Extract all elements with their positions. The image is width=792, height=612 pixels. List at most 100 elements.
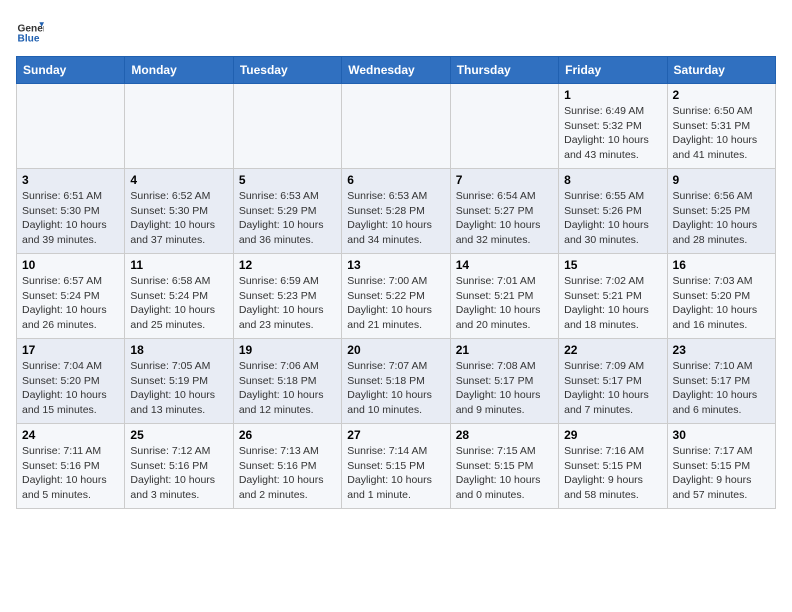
calendar-cell: 29 Sunrise: 7:16 AM Sunset: 5:15 PM Dayli… — [559, 424, 667, 509]
day-info: Sunrise: 7:04 AM Sunset: 5:20 PM Dayligh… — [22, 359, 119, 418]
calendar-cell — [125, 84, 233, 169]
day-number: 6 — [347, 173, 444, 187]
calendar-cell: 28 Sunrise: 7:15 AM Sunset: 5:15 PM Dayli… — [450, 424, 558, 509]
weekday-header-sunday: Sunday — [17, 57, 125, 84]
day-number: 27 — [347, 428, 444, 442]
calendar-cell: 6 Sunrise: 6:53 AM Sunset: 5:28 PM Daylig… — [342, 169, 450, 254]
calendar-cell — [450, 84, 558, 169]
calendar-cell: 24 Sunrise: 7:11 AM Sunset: 5:16 PM Dayli… — [17, 424, 125, 509]
calendar-cell: 22Sunrise: 7:09 AM Sunset: 5:17 PM Dayli… — [559, 339, 667, 424]
day-info: Sunrise: 7:05 AM Sunset: 5:19 PM Dayligh… — [130, 359, 227, 418]
day-info: Sunrise: 6:53 AM Sunset: 5:29 PM Dayligh… — [239, 189, 336, 248]
day-number: 11 — [130, 258, 227, 272]
day-number: 24 — [22, 428, 119, 442]
day-info: Sunrise: 7:09 AM Sunset: 5:17 PM Dayligh… — [564, 359, 661, 418]
calendar-cell: 2 Sunrise: 6:50 AM Sunset: 5:31 PM Daylig… — [667, 84, 775, 169]
calendar-cell: 26 Sunrise: 7:13 AM Sunset: 5:16 PM Dayli… — [233, 424, 341, 509]
calendar-table: SundayMondayTuesdayWednesdayThursdayFrid… — [16, 56, 776, 509]
day-info: Sunrise: 7:13 AM Sunset: 5:16 PM Dayligh… — [239, 444, 336, 503]
day-number: 21 — [456, 343, 553, 357]
day-info: Sunrise: 7:10 AM Sunset: 5:17 PM Dayligh… — [673, 359, 770, 418]
calendar-cell: 10Sunrise: 6:57 AM Sunset: 5:24 PM Dayli… — [17, 254, 125, 339]
calendar-cell: 1 Sunrise: 6:49 AM Sunset: 5:32 PM Daylig… — [559, 84, 667, 169]
calendar-cell: 15 Sunrise: 7:02 AM Sunset: 5:21 PM Dayli… — [559, 254, 667, 339]
calendar-cell: 13 Sunrise: 7:00 AM Sunset: 5:22 PM Dayli… — [342, 254, 450, 339]
calendar-cell: 30 Sunrise: 7:17 AM Sunset: 5:15 PM Dayli… — [667, 424, 775, 509]
day-info: Sunrise: 7:16 AM Sunset: 5:15 PM Dayligh… — [564, 444, 661, 503]
calendar-cell: 14 Sunrise: 7:01 AM Sunset: 5:21 PM Dayli… — [450, 254, 558, 339]
day-info: Sunrise: 7:14 AM Sunset: 5:15 PM Dayligh… — [347, 444, 444, 503]
weekday-header-saturday: Saturday — [667, 57, 775, 84]
day-info: Sunrise: 6:58 AM Sunset: 5:24 PM Dayligh… — [130, 274, 227, 333]
svg-text:Blue: Blue — [18, 34, 40, 44]
day-number: 25 — [130, 428, 227, 442]
day-info: Sunrise: 7:00 AM Sunset: 5:22 PM Dayligh… — [347, 274, 444, 333]
calendar-cell: 12 Sunrise: 6:59 AM Sunset: 5:23 PM Dayli… — [233, 254, 341, 339]
day-number: 19 — [239, 343, 336, 357]
weekday-header-tuesday: Tuesday — [233, 57, 341, 84]
day-info: Sunrise: 6:52 AM Sunset: 5:30 PM Dayligh… — [130, 189, 227, 248]
calendar-cell — [342, 84, 450, 169]
day-number: 4 — [130, 173, 227, 187]
day-number: 20 — [347, 343, 444, 357]
calendar-cell: 3 Sunrise: 6:51 AM Sunset: 5:30 PM Daylig… — [17, 169, 125, 254]
calendar-cell: 19 Sunrise: 7:06 AM Sunset: 5:18 PM Dayli… — [233, 339, 341, 424]
calendar-cell: 18 Sunrise: 7:05 AM Sunset: 5:19 PM Dayli… — [125, 339, 233, 424]
calendar-cell: 8 Sunrise: 6:55 AM Sunset: 5:26 PM Daylig… — [559, 169, 667, 254]
calendar-cell: 27 Sunrise: 7:14 AM Sunset: 5:15 PM Dayli… — [342, 424, 450, 509]
day-info: Sunrise: 6:55 AM Sunset: 5:26 PM Dayligh… — [564, 189, 661, 248]
page-header: General Blue — [16, 16, 776, 44]
weekday-header-monday: Monday — [125, 57, 233, 84]
day-number: 1 — [564, 88, 661, 102]
calendar-cell: 23 Sunrise: 7:10 AM Sunset: 5:17 PM Dayli… — [667, 339, 775, 424]
calendar-cell — [233, 84, 341, 169]
day-info: Sunrise: 6:59 AM Sunset: 5:23 PM Dayligh… — [239, 274, 336, 333]
day-number: 12 — [239, 258, 336, 272]
day-number: 2 — [673, 88, 770, 102]
calendar-cell: 11 Sunrise: 6:58 AM Sunset: 5:24 PM Dayli… — [125, 254, 233, 339]
calendar-cell — [17, 84, 125, 169]
calendar-cell: 17 Sunrise: 7:04 AM Sunset: 5:20 PM Dayli… — [17, 339, 125, 424]
weekday-header-friday: Friday — [559, 57, 667, 84]
day-info: Sunrise: 7:12 AM Sunset: 5:16 PM Dayligh… — [130, 444, 227, 503]
day-number: 8 — [564, 173, 661, 187]
day-info: Sunrise: 6:50 AM Sunset: 5:31 PM Dayligh… — [673, 104, 770, 163]
day-number: 10 — [22, 258, 119, 272]
day-info: Sunrise: 6:53 AM Sunset: 5:28 PM Dayligh… — [347, 189, 444, 248]
day-info: Sunrise: 6:51 AM Sunset: 5:30 PM Dayligh… — [22, 189, 119, 248]
day-info: Sunrise: 7:08 AM Sunset: 5:17 PM Dayligh… — [456, 359, 553, 418]
day-info: Sunrise: 7:07 AM Sunset: 5:18 PM Dayligh… — [347, 359, 444, 418]
day-number: 18 — [130, 343, 227, 357]
day-info: Sunrise: 7:17 AM Sunset: 5:15 PM Dayligh… — [673, 444, 770, 503]
day-number: 3 — [22, 173, 119, 187]
day-number: 13 — [347, 258, 444, 272]
day-info: Sunrise: 7:06 AM Sunset: 5:18 PM Dayligh… — [239, 359, 336, 418]
day-info: Sunrise: 6:49 AM Sunset: 5:32 PM Dayligh… — [564, 104, 661, 163]
day-number: 28 — [456, 428, 553, 442]
logo: General Blue — [16, 16, 48, 44]
day-number: 30 — [673, 428, 770, 442]
calendar-cell: 5 Sunrise: 6:53 AM Sunset: 5:29 PM Daylig… — [233, 169, 341, 254]
day-info: Sunrise: 7:02 AM Sunset: 5:21 PM Dayligh… — [564, 274, 661, 333]
day-number: 26 — [239, 428, 336, 442]
day-number: 17 — [22, 343, 119, 357]
day-number: 23 — [673, 343, 770, 357]
day-info: Sunrise: 7:01 AM Sunset: 5:21 PM Dayligh… — [456, 274, 553, 333]
day-info: Sunrise: 7:11 AM Sunset: 5:16 PM Dayligh… — [22, 444, 119, 503]
day-info: Sunrise: 6:54 AM Sunset: 5:27 PM Dayligh… — [456, 189, 553, 248]
weekday-header-wednesday: Wednesday — [342, 57, 450, 84]
day-info: Sunrise: 7:15 AM Sunset: 5:15 PM Dayligh… — [456, 444, 553, 503]
calendar-cell: 9Sunrise: 6:56 AM Sunset: 5:25 PM Daylig… — [667, 169, 775, 254]
day-number: 29 — [564, 428, 661, 442]
calendar-cell: 25 Sunrise: 7:12 AM Sunset: 5:16 PM Dayli… — [125, 424, 233, 509]
calendar-cell: 21 Sunrise: 7:08 AM Sunset: 5:17 PM Dayli… — [450, 339, 558, 424]
weekday-header-thursday: Thursday — [450, 57, 558, 84]
day-number: 7 — [456, 173, 553, 187]
day-info: Sunrise: 6:56 AM Sunset: 5:25 PM Dayligh… — [673, 189, 770, 248]
day-number: 14 — [456, 258, 553, 272]
day-info: Sunrise: 7:03 AM Sunset: 5:20 PM Dayligh… — [673, 274, 770, 333]
calendar-cell: 16Sunrise: 7:03 AM Sunset: 5:20 PM Dayli… — [667, 254, 775, 339]
day-number: 5 — [239, 173, 336, 187]
calendar-cell: 4 Sunrise: 6:52 AM Sunset: 5:30 PM Daylig… — [125, 169, 233, 254]
day-number: 15 — [564, 258, 661, 272]
